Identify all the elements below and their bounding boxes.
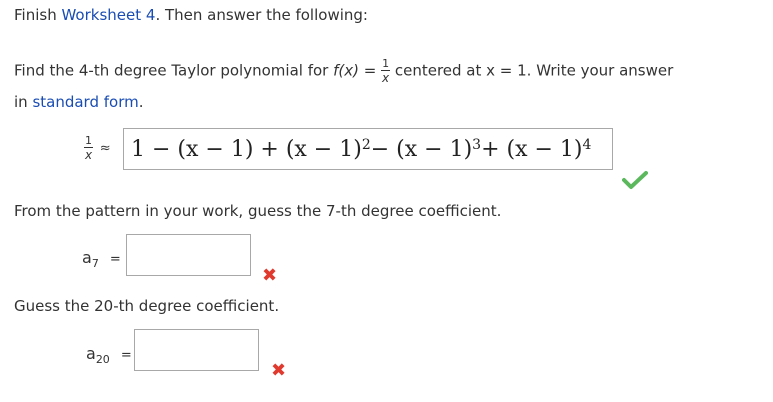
approx-sign: ≈ [99,140,111,156]
fraction-numerator: 1 [381,57,391,71]
fraction-denominator: x [382,71,390,85]
question-text-c: . Write your answer [526,61,674,80]
a20-label-sub: 20 [95,353,110,367]
instruction-suffix: . Then answer the following: [155,6,368,24]
equals-sign: = [358,61,382,80]
x-icon: ✖ [271,360,287,381]
a7-equals: = [109,252,121,267]
exponent-4: 4 [582,137,592,153]
answer-part-0: 1 − (x − 1) + (x − 1) [131,136,362,162]
a7-input[interactable] [126,234,251,276]
question-line-2: in standard form. [14,93,144,111]
instruction-prefix: Finish [14,6,62,24]
a20-label-base: a [86,344,96,363]
function-name: f(x) [333,61,359,80]
a20-input[interactable] [134,329,259,371]
a7-label-sub: 7 [91,257,99,271]
question-text-e: . [138,93,144,111]
function-fraction: 1x [381,57,391,85]
answer-part-2: + (x − 1) [481,136,583,162]
check-icon [622,171,648,189]
center-expression: x = 1 [486,61,527,80]
a7-label: a7 = [82,248,121,270]
standard-form-link[interactable]: standard form [32,93,138,111]
a7-label-base: a [82,248,92,267]
answer-part-1: − (x − 1) [370,136,473,162]
question-text-a: Find the 4-th degree Taylor polynomial f… [14,61,334,80]
lhs-denominator: x [84,148,93,162]
lhs-numerator: 1 [84,134,93,148]
question-line-1: Find the 4-th degree Taylor polynomial f… [14,58,673,84]
exponent-2: 2 [361,137,371,153]
guess20-prompt: Guess the 20-th degree coefficient. [14,297,280,315]
exponent-3: 3 [472,137,482,153]
question-text-d: in [14,93,33,111]
taylor-answer-field[interactable]: 1 − (x − 1) + (x − 1) 2 − (x − 1) 3 + (x −… [123,128,613,170]
lhs-fraction: 1x [84,135,93,161]
question-text-b: centered at [390,61,487,80]
worksheet-link[interactable]: Worksheet 4 [61,6,155,24]
answer-lhs: 1x ≈ [84,135,111,161]
a20-label: a20 = [86,344,132,366]
a20-equals: = [120,348,132,363]
x-icon: ✖ [262,265,278,286]
instruction-line: Finish Worksheet 4. Then answer the foll… [14,6,368,24]
pattern-prompt: From the pattern in your work, guess the… [14,202,502,220]
